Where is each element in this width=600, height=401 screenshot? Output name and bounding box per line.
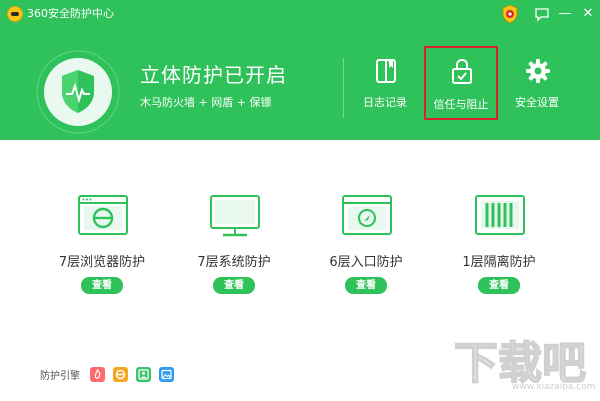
entry-icon [339, 192, 395, 240]
browser-protection-card: 7层浏览器防护 查看 [42, 192, 162, 302]
shield-icon [36, 50, 120, 134]
badge-icon[interactable] [500, 4, 520, 24]
gear-icon [525, 58, 551, 84]
view-browser-protection-button[interactable]: 查看 [81, 277, 123, 294]
window-title: 360安全防护中心 [27, 6, 114, 22]
lock-icon [449, 58, 475, 84]
security-settings-label: 安全设置 [502, 96, 572, 110]
minimize-button[interactable]: — [555, 4, 575, 24]
watermark-url: www.xiazaiba.com [512, 382, 596, 392]
isolation-icon [472, 192, 528, 240]
system-protection-label: 7层系统防护 [174, 254, 294, 272]
close-button[interactable]: ✕ [578, 4, 598, 24]
image-engine-icon[interactable] [159, 367, 174, 382]
protection-status-title: 立体防护已开启 [140, 62, 287, 88]
browser-protection-label: 7层浏览器防护 [42, 254, 162, 272]
log-record-label: 日志记录 [350, 96, 420, 110]
user-engine-icon[interactable] [136, 367, 151, 382]
protection-engine-label: 防护引擎 [40, 371, 80, 383]
app-logo-icon [7, 6, 23, 22]
monitor-icon [207, 192, 263, 240]
browser-icon [75, 192, 131, 240]
isolation-protection-label: 1层隔离防护 [439, 254, 559, 272]
feedback-icon[interactable] [532, 4, 552, 24]
view-system-protection-button[interactable]: 查看 [213, 277, 255, 294]
view-isolation-protection-button[interactable]: 查看 [478, 277, 520, 294]
cloud-engine-icon[interactable] [90, 367, 105, 382]
isolation-protection-card: 1层隔离防护 查看 [439, 192, 559, 302]
view-entry-protection-button[interactable]: 查看 [345, 277, 387, 294]
entry-protection-label: 6层入口防护 [306, 254, 426, 272]
header-banner: 360安全防护中心 — ✕ 立体防护已开启 木马防火墙 + 网盾 + 保镖 [0, 0, 600, 140]
header-divider [343, 58, 344, 118]
book-icon [373, 58, 399, 84]
entry-protection-card: 6层入口防护 查看 [306, 192, 426, 302]
trust-block-button[interactable]: 信任与阻止 [424, 46, 498, 120]
title-bar: 360安全防护中心 — ✕ [0, 0, 600, 28]
system-protection-card: 7层系统防护 查看 [174, 192, 294, 302]
protection-status-subtitle: 木马防火墙 + 网盾 + 保镖 [140, 96, 271, 110]
log-record-button[interactable]: 日志记录 [350, 54, 420, 120]
ie-engine-icon[interactable] [113, 367, 128, 382]
trust-block-label: 信任与阻止 [426, 98, 496, 112]
security-settings-button[interactable]: 安全设置 [502, 54, 572, 120]
